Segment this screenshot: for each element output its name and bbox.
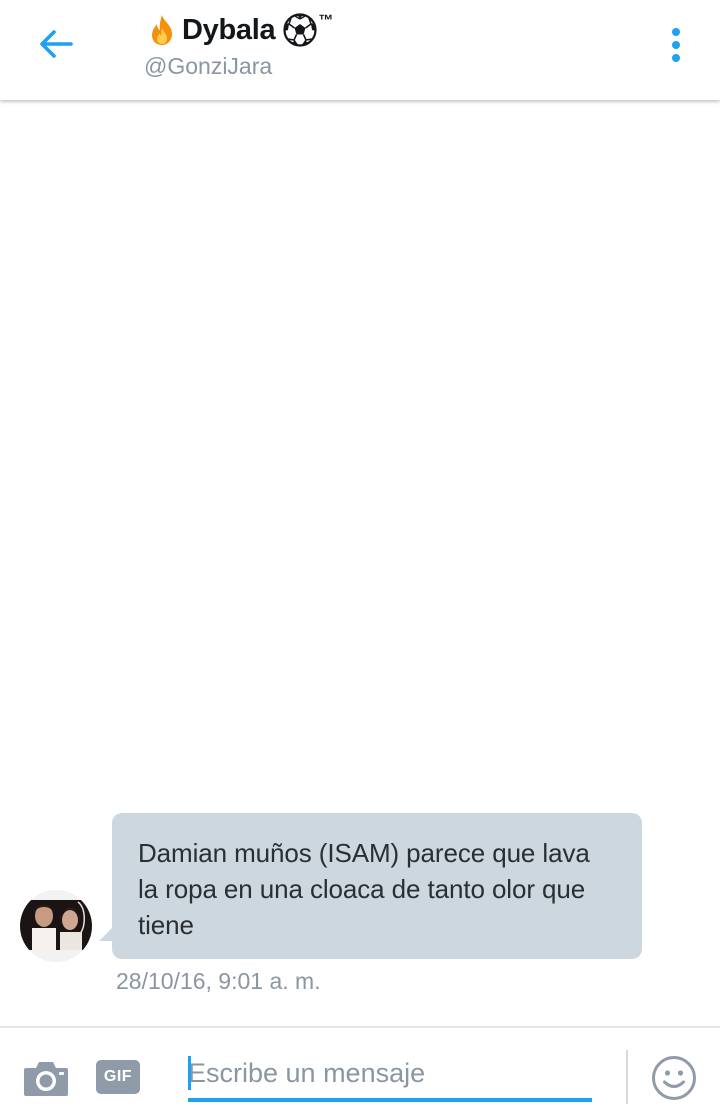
fire-emoji-icon (152, 15, 172, 45)
message-input[interactable] (188, 1048, 592, 1102)
text-caret (188, 1056, 191, 1090)
trademark-symbol: ™ (318, 12, 334, 29)
more-vertical-icon-dot (672, 41, 680, 49)
message-timestamp: 28/10/16, 9:01 a. m. (116, 968, 321, 994)
soccer-ball-emoji-icon (283, 13, 317, 47)
more-vertical-icon (672, 28, 680, 36)
display-name: Dybala (182, 13, 276, 46)
emoji-button[interactable] (650, 1054, 698, 1102)
contact-title[interactable]: Dybala ™ @GonziJara (144, 10, 333, 80)
composer-divider (626, 1050, 628, 1104)
more-options-button[interactable] (656, 24, 696, 66)
smiley-icon (652, 1056, 696, 1100)
display-name-row: Dybala ™ (146, 10, 333, 50)
camera-button[interactable] (22, 1058, 70, 1098)
back-button[interactable] (28, 20, 84, 68)
avatar-photo (20, 890, 92, 962)
arrow-left-icon (40, 30, 73, 58)
conversation-header: Dybala ™ @GonziJara (0, 0, 720, 100)
sender-avatar[interactable] (20, 890, 92, 962)
message-composer: GIF (0, 1026, 720, 1117)
received-message-bubble[interactable]: Damian muños (ISAM) parece que lava la r… (112, 813, 642, 959)
camera-icon (24, 1062, 68, 1096)
message-text: Damian muños (ISAM) parece que lava la r… (138, 838, 590, 940)
more-vertical-icon-dot (672, 54, 680, 62)
dm-conversation-screen: Dybala ™ @GonziJara Damian muños (ISAM) … (0, 0, 720, 1117)
contact-handle: @GonziJara (144, 53, 273, 79)
gif-button[interactable]: GIF (96, 1060, 140, 1094)
